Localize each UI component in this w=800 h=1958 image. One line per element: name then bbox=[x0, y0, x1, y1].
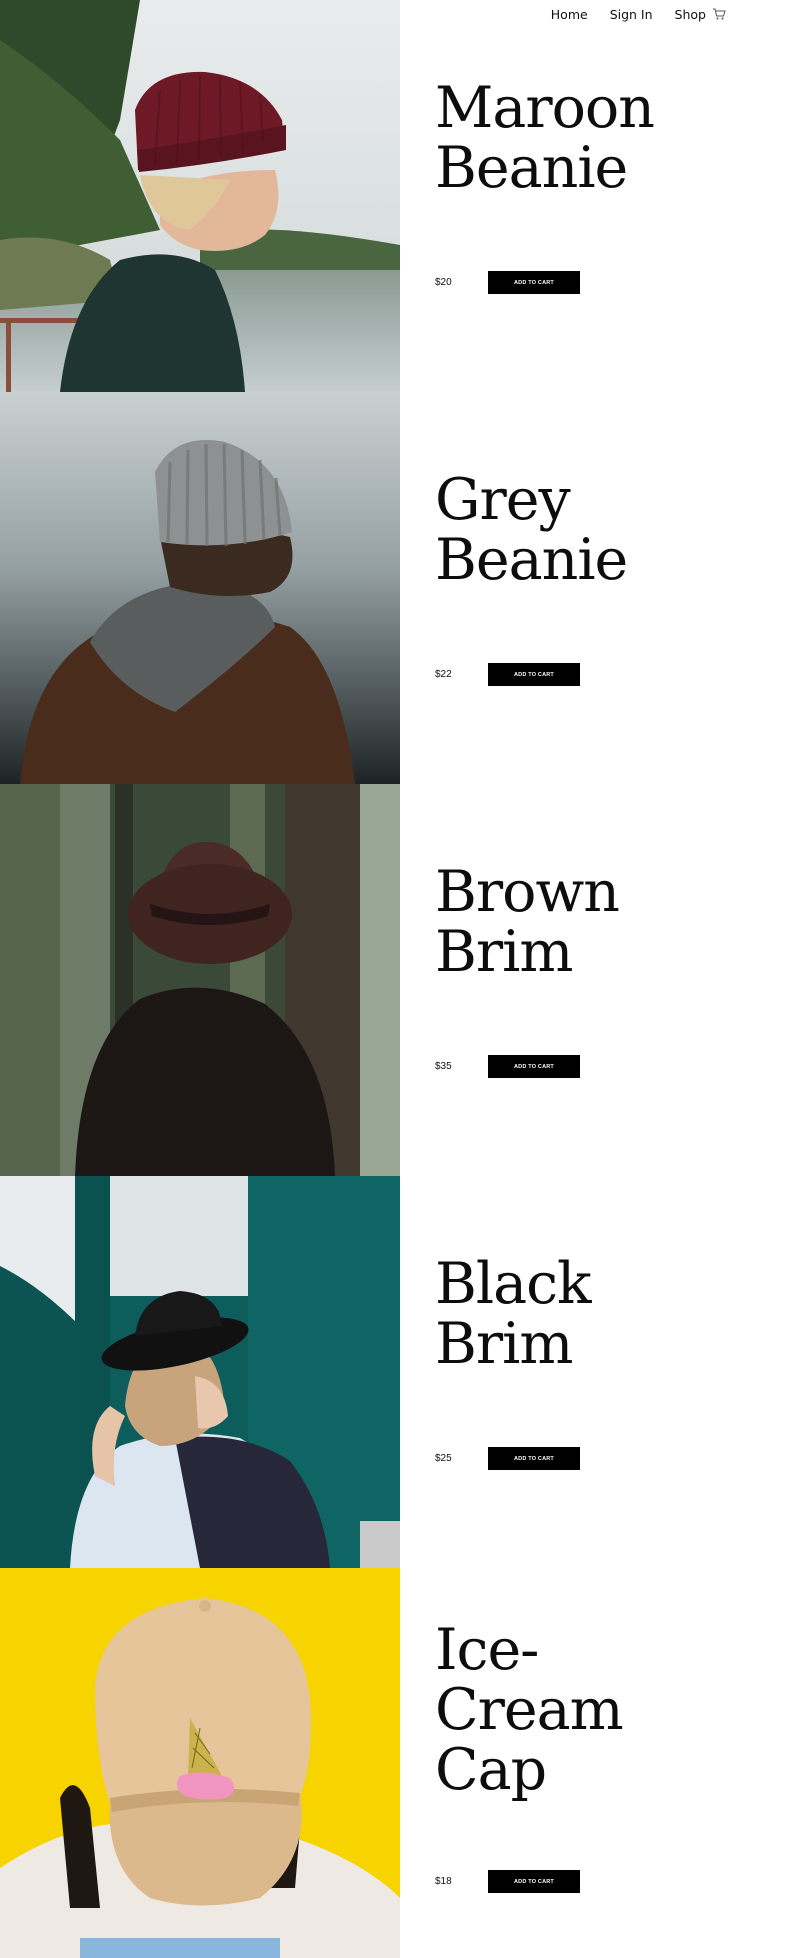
top-nav: Home Sign In Shop bbox=[380, 0, 800, 28]
product-card: Brown Brim $35 ADD TO CART bbox=[0, 784, 800, 1176]
add-to-cart-button[interactable]: ADD TO CART bbox=[488, 1447, 580, 1470]
nav-shop-link[interactable]: Shop bbox=[675, 7, 706, 22]
product-info: Maroon Beanie $20 ADD TO CART bbox=[435, 0, 775, 392]
product-photo-brown-brim[interactable] bbox=[0, 784, 400, 1176]
product-photo-maroon-beanie[interactable] bbox=[0, 0, 400, 392]
nav-shop-group: Shop bbox=[675, 7, 726, 22]
add-to-cart-button[interactable]: ADD TO CART bbox=[488, 1055, 580, 1078]
product-info: Black Brim $25 ADD TO CART bbox=[435, 1176, 775, 1568]
add-to-cart-button[interactable]: ADD TO CART bbox=[488, 271, 580, 294]
product-title: Maroon Beanie bbox=[435, 75, 655, 201]
product-card: Maroon Beanie $20 ADD TO CART bbox=[0, 0, 800, 392]
add-to-cart-button[interactable]: ADD TO CART bbox=[488, 1870, 580, 1893]
product-price: $35 bbox=[435, 1061, 452, 1072]
product-price: $22 bbox=[435, 669, 452, 680]
price-row: $22 ADD TO CART bbox=[435, 663, 580, 686]
product-photo-ice-cream-cap[interactable] bbox=[0, 1568, 400, 1958]
nav-signin-link[interactable]: Sign In bbox=[610, 7, 653, 22]
product-title: Black Brim bbox=[435, 1251, 592, 1377]
shopping-cart-icon[interactable] bbox=[712, 7, 726, 21]
product-card: Ice- Cream Cap $18 ADD TO CART bbox=[0, 1568, 800, 1958]
price-row: $35 ADD TO CART bbox=[435, 1055, 580, 1078]
product-title: Brown Brim bbox=[435, 859, 620, 985]
product-info: Ice- Cream Cap $18 ADD TO CART bbox=[435, 1568, 775, 1958]
product-info: Grey Beanie $22 ADD TO CART bbox=[435, 392, 775, 784]
product-card: Black Brim $25 ADD TO CART bbox=[0, 1176, 800, 1568]
price-row: $18 ADD TO CART bbox=[435, 1870, 580, 1893]
product-info: Brown Brim $35 ADD TO CART bbox=[435, 784, 775, 1176]
product-photo-grey-beanie[interactable] bbox=[0, 392, 400, 784]
product-card: Grey Beanie $22 ADD TO CART bbox=[0, 392, 800, 784]
nav-home-link[interactable]: Home bbox=[551, 7, 588, 22]
price-row: $20 ADD TO CART bbox=[435, 271, 580, 294]
product-title: Ice- Cream Cap bbox=[435, 1617, 624, 1803]
product-price: $20 bbox=[435, 277, 452, 288]
price-row: $25 ADD TO CART bbox=[435, 1447, 580, 1470]
product-photo-black-brim[interactable] bbox=[0, 1176, 400, 1568]
add-to-cart-button[interactable]: ADD TO CART bbox=[488, 663, 580, 686]
product-page: Home Sign In Shop Maroon Beanie $20 ADD … bbox=[0, 0, 800, 1958]
product-title: Grey Beanie bbox=[435, 467, 628, 593]
product-price: $25 bbox=[435, 1453, 452, 1464]
product-price: $18 bbox=[435, 1876, 452, 1887]
